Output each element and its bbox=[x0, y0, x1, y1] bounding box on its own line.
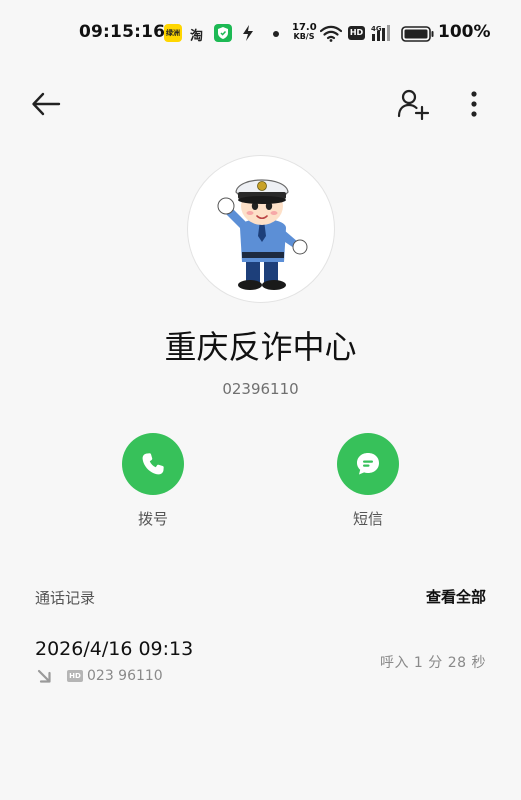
svg-text:4G: 4G bbox=[371, 25, 382, 33]
call-number: 023 96110 bbox=[87, 668, 163, 684]
status-time: 09:15:16 bbox=[79, 22, 166, 42]
view-all-button[interactable]: 查看全部 bbox=[426, 586, 486, 607]
phone-icon bbox=[142, 453, 164, 475]
call-details: HD 023 96110 bbox=[35, 667, 163, 685]
status-bar: 09:15:16 绿洲 淘 17.0 KB/S HD 4G 100% bbox=[0, 0, 521, 64]
hd-call-badge: HD bbox=[67, 670, 83, 682]
call-log-title: 通话记录 bbox=[35, 589, 96, 607]
hd-voice-icon: HD bbox=[348, 26, 365, 40]
back-button[interactable] bbox=[30, 90, 62, 118]
message-circle[interactable] bbox=[337, 433, 399, 495]
contact-number[interactable]: 02396110 bbox=[0, 380, 521, 398]
battery-icon bbox=[401, 26, 435, 46]
incoming-call-arrow-icon bbox=[37, 669, 51, 683]
wifi-icon bbox=[319, 25, 343, 46]
police-cartoon-avatar-image bbox=[217, 179, 308, 290]
more-options-button[interactable] bbox=[464, 90, 484, 118]
call-datetime: 2026/4/16 09:13 bbox=[35, 638, 194, 660]
bolt-notification-icon bbox=[241, 24, 255, 46]
call-circle[interactable] bbox=[122, 433, 184, 495]
call-label: 拨号 bbox=[137, 510, 168, 528]
battery-percent: 100% bbox=[438, 22, 491, 42]
call-log-row[interactable]: 2026/4/16 09:13 HD 023 96110 呼入 1 分 28 秒 bbox=[0, 625, 521, 695]
call-duration: 呼入 1 分 28 秒 bbox=[379, 655, 486, 671]
call-button[interactable]: 拨号 bbox=[113, 433, 193, 529]
message-bubble-icon bbox=[357, 453, 379, 475]
back-arrow-icon bbox=[32, 92, 61, 116]
add-person-icon bbox=[397, 89, 430, 121]
message-label: 短信 bbox=[352, 510, 383, 528]
more-vertical-icon bbox=[471, 91, 477, 117]
security-app-notification-icon bbox=[214, 24, 232, 42]
contact-name: 重庆反诈中心 bbox=[164, 328, 357, 366]
network-speed: 17.0 KB/S bbox=[292, 22, 317, 42]
message-button[interactable]: 短信 bbox=[328, 433, 408, 529]
cell-signal-icon: 4G bbox=[371, 24, 395, 46]
contact-avatar bbox=[187, 155, 335, 303]
taobao-notification-icon: 淘 bbox=[190, 29, 204, 44]
add-contact-button[interactable] bbox=[397, 88, 431, 121]
more-notifications-dot-icon bbox=[273, 31, 279, 37]
app-notification-icon: 绿洲 bbox=[164, 24, 182, 42]
